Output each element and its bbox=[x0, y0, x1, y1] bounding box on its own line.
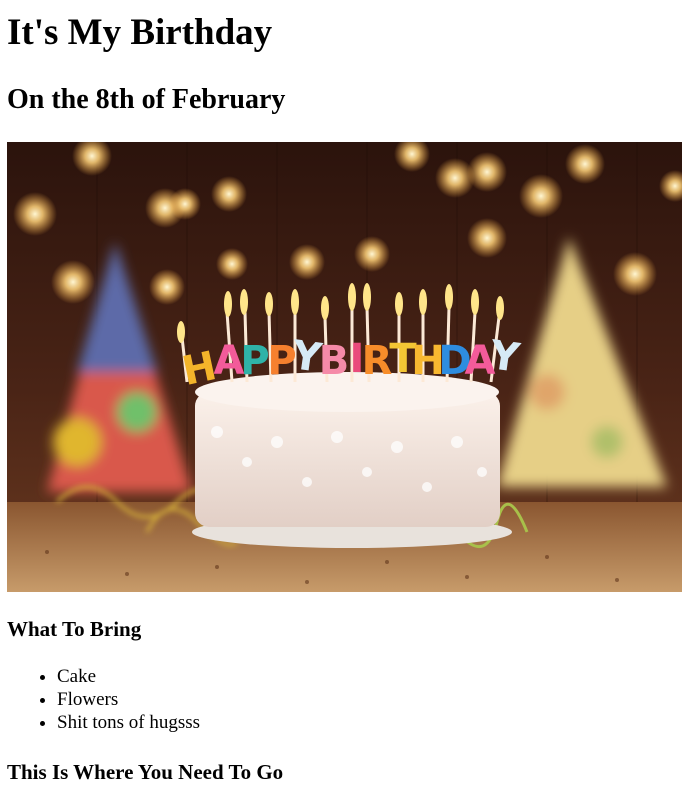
page-subtitle: On the 8th of February bbox=[7, 84, 286, 115]
birthday-cake-photo: H A P P Y B I R T H D A Y bbox=[7, 142, 682, 592]
location-heading: This Is Where You Need To Go bbox=[7, 760, 284, 784]
bring-list: Cake Flowers Shit tons of hugsss bbox=[0, 665, 200, 734]
page-title: It's My Birthday bbox=[7, 12, 273, 53]
what-to-bring-heading: What To Bring bbox=[7, 617, 142, 641]
list-item: Flowers bbox=[57, 688, 200, 711]
svg-text:R: R bbox=[362, 338, 393, 384]
svg-text:P: P bbox=[240, 338, 269, 384]
svg-text:B: B bbox=[319, 338, 350, 384]
list-item: Cake bbox=[57, 665, 200, 688]
list-item: Shit tons of hugsss bbox=[57, 711, 200, 734]
